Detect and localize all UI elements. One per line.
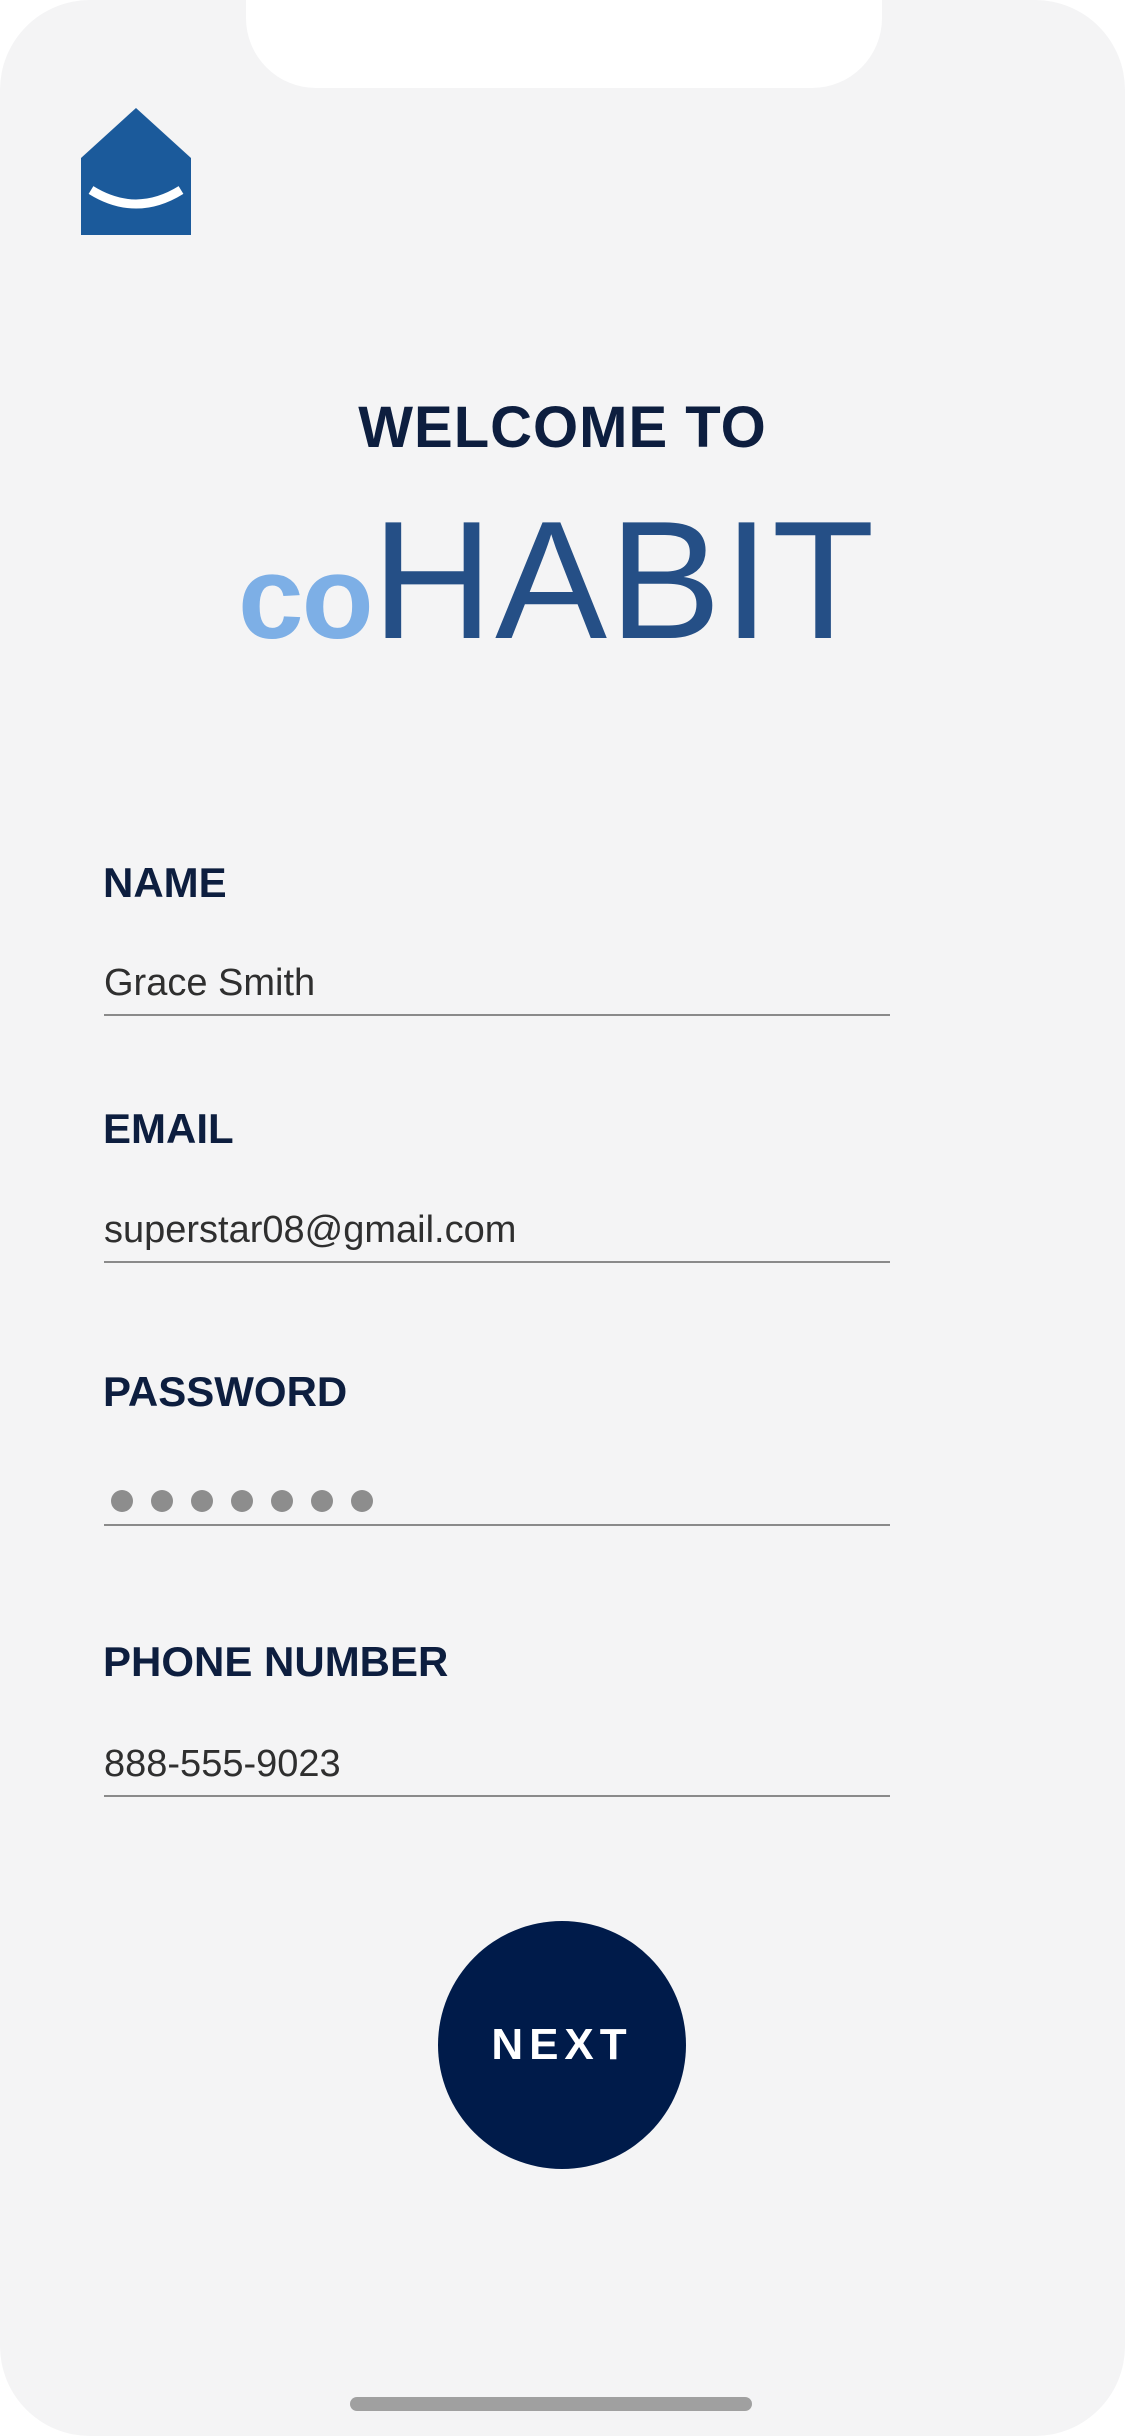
phone-field[interactable] (104, 1733, 890, 1797)
name-label: NAME (103, 859, 227, 906)
password-dot (311, 1490, 333, 1512)
email-field[interactable] (104, 1199, 890, 1263)
password-dot (191, 1490, 213, 1512)
brand-co: co (238, 532, 374, 664)
password-dot (111, 1490, 133, 1512)
phone-screen: WELCOME TO coHABIT NAME EMAIL PASSWORD P… (0, 0, 1125, 2436)
next-button[interactable]: NEXT (438, 1921, 686, 2169)
device-notch (246, 0, 882, 88)
name-field[interactable] (104, 952, 890, 1016)
home-indicator[interactable] (350, 2397, 752, 2411)
house-smile-icon (81, 108, 191, 235)
password-field[interactable] (104, 1462, 890, 1526)
brand-wordmark: coHABIT (238, 496, 876, 664)
phone-label: PHONE NUMBER (103, 1638, 449, 1685)
password-label: PASSWORD (103, 1368, 348, 1415)
password-dot (351, 1490, 373, 1512)
password-dot (231, 1490, 253, 1512)
email-label: EMAIL (103, 1105, 234, 1152)
password-dot (151, 1490, 173, 1512)
welcome-heading: WELCOME TO (358, 395, 767, 460)
brand-habit: HABIT (371, 486, 877, 674)
password-dot (271, 1490, 293, 1512)
